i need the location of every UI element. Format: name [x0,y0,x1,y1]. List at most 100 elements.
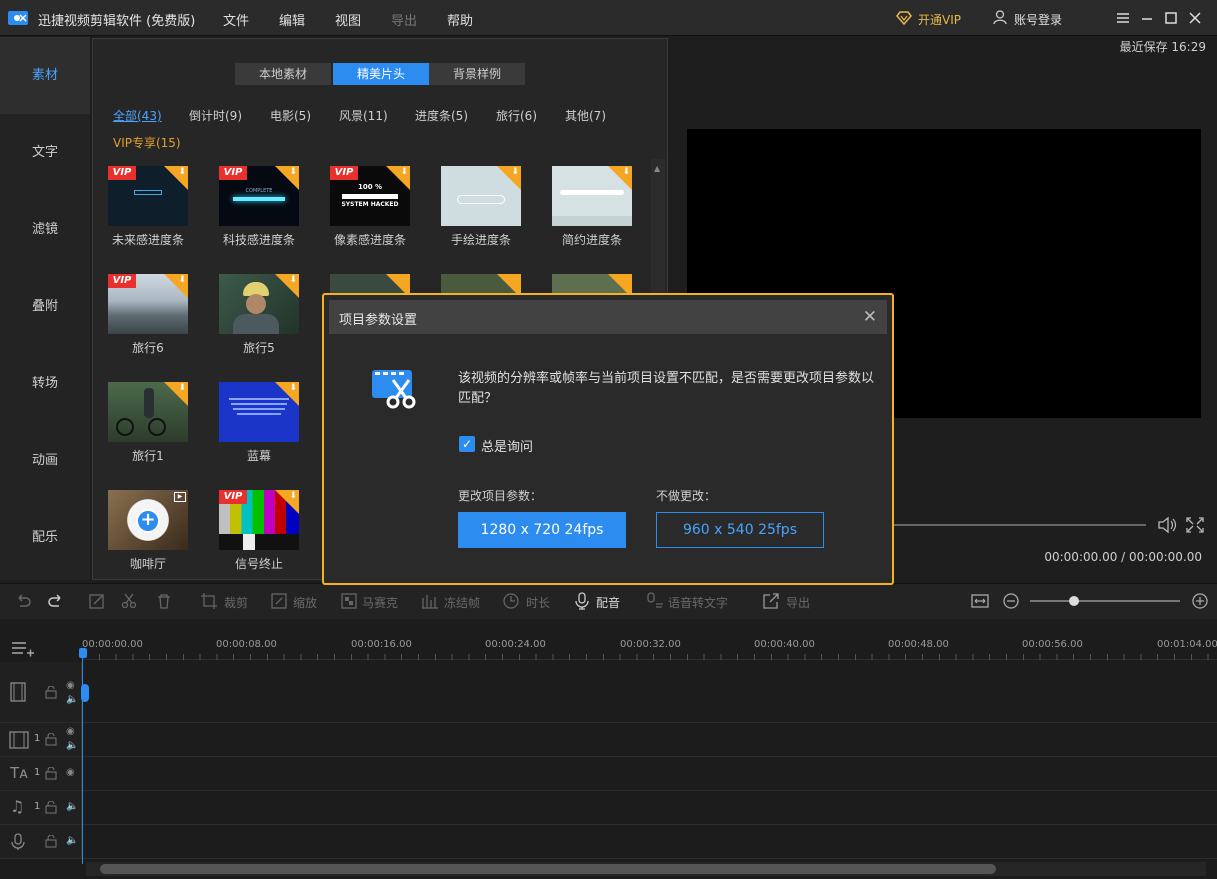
tab-background-samples[interactable]: 背景样例 [429,63,525,85]
thumb-travel-4[interactable] [441,274,521,294]
maximize-icon[interactable] [1162,9,1180,27]
dubbing-button[interactable]: 配音 [596,594,620,611]
tab-intro-clips[interactable]: 精美片头 [333,63,429,85]
zoom-button[interactable]: 缩放 [293,594,317,611]
eye-icon[interactable]: ◉ [66,726,75,737]
category-vip[interactable]: VIP专享(15) [113,134,181,151]
redo-icon[interactable] [47,592,65,610]
sidebar-item-text[interactable]: 文字 [0,114,90,191]
timeline-ruler[interactable]: 00:00:00.00 00:00:08.00 00:00:16.00 00:0… [82,620,1217,660]
thumb-travel6[interactable]: VIP ⬇ [108,274,188,334]
thumb-travel-3[interactable] [330,274,410,294]
speaker-icon[interactable]: 🔈 [66,801,78,812]
zoom-slider[interactable] [1030,596,1180,606]
always-ask-checkbox[interactable]: ✓ [459,436,475,452]
scrollbar-thumb[interactable] [100,864,996,874]
zoom-icon[interactable] [270,592,288,610]
minimize-icon[interactable] [1138,9,1156,27]
add-plus-icon[interactable]: + [136,509,160,533]
download-icon[interactable] [497,274,521,294]
change-params-button[interactable]: 1280 x 720 24fps [458,512,626,548]
preview-progress-track[interactable] [888,524,1146,526]
microphone-icon[interactable] [573,592,591,610]
mosaic-icon[interactable] [340,592,358,610]
playhead-marker[interactable] [81,684,89,702]
add-track-icon[interactable] [11,641,35,657]
sidebar-item-overlay[interactable]: 叠附 [0,268,90,345]
lock-icon[interactable] [45,835,57,848]
thumb-bluescreen[interactable]: ⬇ [219,382,299,442]
thumb-travel1[interactable]: ⬇ [108,382,188,442]
menu-export[interactable]: 导出 [391,10,417,29]
thumb-pixel-progress[interactable]: 100 % SYSTEM HACKED VIP ⬇ [330,166,410,226]
eye-icon[interactable]: ◉ [66,680,75,691]
category-travel[interactable]: 旅行(6) [496,107,537,124]
duration-button[interactable]: 时长 [526,594,550,611]
keep-params-button[interactable]: 960 x 540 25fps [656,512,824,548]
zoom-out-icon[interactable] [1002,592,1020,610]
voice-track[interactable]: 🔈 [0,825,1217,859]
thumb-future-progress[interactable]: VIP ⬇ [108,166,188,226]
lock-icon[interactable] [45,801,57,814]
dialog-close-icon[interactable]: ✕ [863,307,877,327]
menu-view[interactable]: 视图 [335,10,361,29]
speaker-icon[interactable]: 🔈 [66,740,78,751]
menu-edit[interactable]: 编辑 [279,10,305,29]
menu-help[interactable]: 帮助 [447,10,473,29]
volume-icon[interactable] [1157,516,1179,534]
download-icon[interactable] [386,274,410,294]
duration-clock-icon[interactable] [502,592,520,610]
thumb-travel-2[interactable] [552,274,632,294]
download-icon[interactable] [608,274,632,294]
undo-icon[interactable] [14,592,32,610]
scroll-up-icon[interactable]: ▲ [654,164,660,173]
thumb-travel5[interactable]: ⬇ [219,274,299,334]
lock-icon[interactable] [45,686,57,699]
playhead[interactable] [82,650,83,864]
thumb-handdrawn-progress[interactable]: ⬇ [441,166,521,226]
category-all[interactable]: 全部(43) [113,107,162,124]
thumb-cafe[interactable]: + ▶ [108,490,188,550]
sidebar-item-animation[interactable]: 动画 [0,422,90,499]
video-track-main[interactable]: ◉ 🔈 [0,662,1217,723]
thumb-tech-progress[interactable]: COMPLETE VIP ⬇ [219,166,299,226]
thumb-simple-progress[interactable]: ⬇ [552,166,632,226]
edit-pencil-icon[interactable] [88,592,106,610]
category-scenery[interactable]: 风景(11) [339,107,388,124]
text-track[interactable]: Tᴀ 1 ◉ [0,757,1217,791]
freeze-frame-icon[interactable] [421,592,439,610]
music-track[interactable]: ♫ 1 🔈 [0,791,1217,825]
speech-to-text-icon[interactable] [646,592,664,610]
tab-local-material[interactable]: 本地素材 [235,63,331,85]
eye-icon[interactable]: ◉ [66,767,75,778]
sidebar-item-transition[interactable]: 转场 [0,345,90,422]
speech-to-text-button[interactable]: 语音转文字 [668,594,728,611]
mosaic-button[interactable]: 马赛克 [362,594,398,611]
sidebar-item-filter[interactable]: 滤镜 [0,191,90,268]
freeze-frame-button[interactable]: 冻结帧 [444,594,480,611]
crop-icon[interactable] [200,592,218,610]
lock-icon[interactable] [45,733,57,746]
lock-icon[interactable] [45,767,57,780]
speaker-icon[interactable]: 🔈 [66,694,78,705]
sidebar-item-material[interactable]: 素材 [0,37,90,114]
fit-timeline-icon[interactable] [971,592,989,610]
sidebar-item-music[interactable]: 配乐 [0,499,90,576]
zoom-in-icon[interactable] [1191,592,1209,610]
always-ask-label[interactable]: 总是询问 [481,436,533,455]
zoom-slider-handle[interactable] [1069,596,1079,606]
open-vip-link[interactable]: 开通VIP [918,11,961,28]
export-icon[interactable] [762,592,780,610]
account-login-link[interactable]: 账号登录 [1014,11,1062,28]
close-icon[interactable] [1186,9,1204,27]
category-progress[interactable]: 进度条(5) [415,107,468,124]
delete-icon[interactable] [155,592,173,610]
crop-button[interactable]: 裁剪 [224,594,248,611]
menu-file[interactable]: 文件 [223,10,249,29]
scissors-icon[interactable] [120,592,138,610]
menu-hamburger-icon[interactable] [1114,9,1132,27]
category-other[interactable]: 其他(7) [565,107,606,124]
timeline-scrollbar[interactable] [86,862,1206,876]
video-track-1[interactable]: 1 ◉ 🔈 [0,723,1217,757]
fullscreen-icon[interactable] [1185,516,1205,534]
